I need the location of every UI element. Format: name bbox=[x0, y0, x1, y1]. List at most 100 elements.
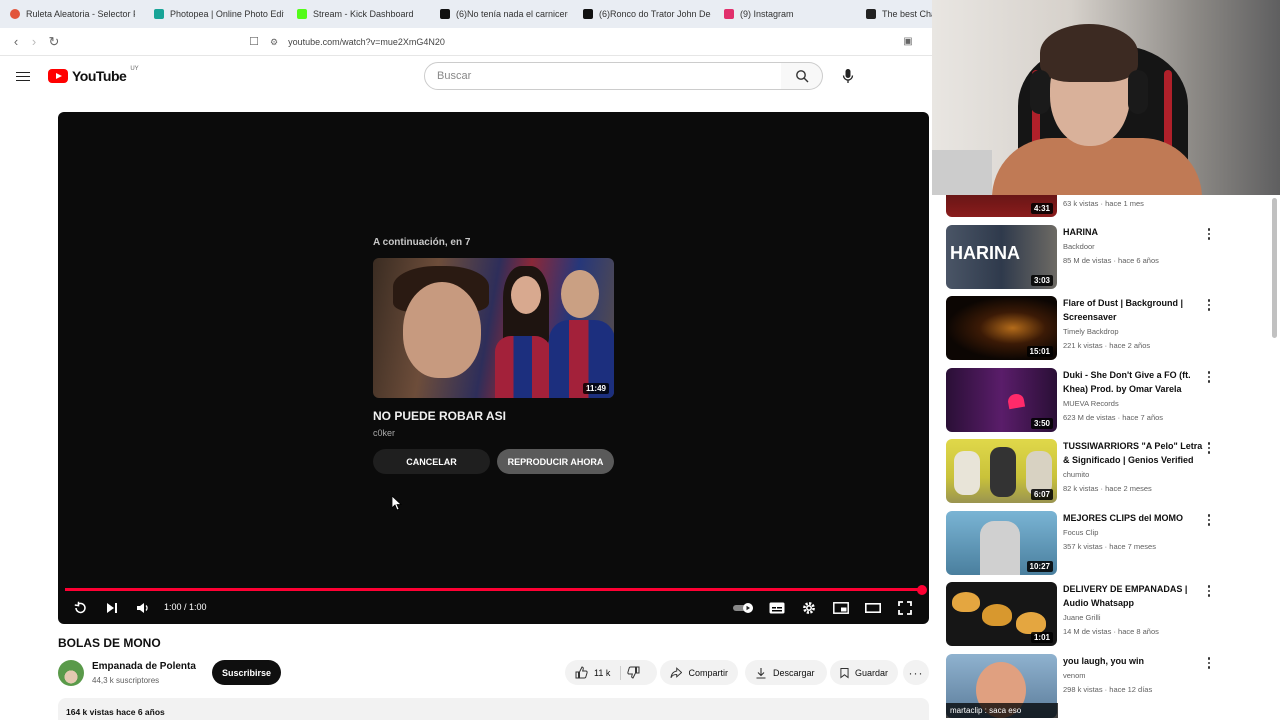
tab-label: Ruleta Aleatoria - Selector Pers bbox=[26, 9, 135, 19]
description-box[interactable] bbox=[58, 698, 929, 720]
player-controls: 1:00 / 1:00 bbox=[58, 598, 929, 618]
tab-label: Stream - Kick Dashboard bbox=[313, 9, 414, 19]
dislike-icon[interactable] bbox=[627, 666, 640, 679]
video-duration: 6:07 bbox=[1030, 489, 1053, 500]
more-actions-button[interactable]: ··· bbox=[903, 660, 929, 685]
volume-icon[interactable] bbox=[135, 598, 151, 618]
video-title: TUSSIWARRIORS "A Pelo" Letra & Significa… bbox=[1063, 441, 1203, 465]
browser-tab[interactable]: (9) Instagram bbox=[724, 6, 849, 22]
like-dislike-group: 11 k bbox=[565, 660, 657, 685]
recommended-video[interactable]: HARINA 3:03 HARINA Backdoor 85 M de vist… bbox=[946, 225, 1226, 291]
site-info-icon[interactable]: ⚙ bbox=[270, 37, 278, 48]
menu-icon[interactable] bbox=[16, 69, 30, 83]
up-next-title[interactable]: NO PUEDE ROBAR ASI bbox=[373, 409, 506, 423]
tab-favicon-icon bbox=[724, 9, 734, 19]
video-title: BOLAS DE MONO bbox=[58, 636, 161, 650]
video-title: Flare of Dust | Background | Screensaver bbox=[1063, 298, 1184, 322]
video-player[interactable]: A continuación, en 7 11:49 NO PUEDE ROBA… bbox=[58, 112, 929, 624]
microphone-icon bbox=[842, 69, 854, 83]
tab-favicon-icon bbox=[297, 9, 307, 19]
browser-tab[interactable]: Ruleta Aleatoria - Selector Pers bbox=[10, 6, 135, 22]
recommended-video[interactable]: 4:31 63 k vistas · hace 1 mes bbox=[946, 195, 1226, 219]
channel-name[interactable]: Empanada de Polenta bbox=[92, 661, 196, 672]
url-field[interactable]: ⚙ youtube.com/watch?v=mue2XmG4N20 bbox=[270, 32, 920, 52]
autoplay-toggle[interactable] bbox=[732, 598, 756, 618]
recommended-video[interactable]: 3:50 Duki - She Don't Give a FO (ft. Khe… bbox=[946, 368, 1226, 434]
download-button[interactable]: Descargar bbox=[745, 660, 827, 685]
recommended-video[interactable]: 1:01 DELIVERY DE EMPANADAS | Audio Whats… bbox=[946, 582, 1226, 648]
voice-search-button[interactable] bbox=[834, 62, 862, 90]
webcam-overlay bbox=[932, 0, 1280, 195]
chat-message-overlay: martaclip : saca eso bbox=[946, 703, 1058, 718]
video-title: Duki - She Don't Give a FO (ft. Khea) Pr… bbox=[1063, 370, 1191, 394]
browser-tab[interactable]: (6)Ronco do Trator John Deere bbox=[583, 6, 711, 22]
more-vertical-icon[interactable] bbox=[1204, 441, 1214, 455]
recommended-video[interactable]: 15:01 Flare of Dust | Background | Scree… bbox=[946, 296, 1226, 362]
forward-icon[interactable]: › bbox=[26, 34, 42, 50]
recommended-video[interactable]: 6:07 TUSSIWARRIORS "A Pelo" Letra & Sign… bbox=[946, 439, 1226, 505]
browser-tab[interactable]: The best Chat bbox=[866, 6, 932, 22]
more-vertical-icon[interactable] bbox=[1204, 513, 1214, 527]
search-button[interactable] bbox=[781, 62, 823, 90]
tab-label: (9) Instagram bbox=[740, 9, 794, 19]
tab-favicon-icon bbox=[154, 9, 164, 19]
more-vertical-icon[interactable] bbox=[1204, 584, 1214, 598]
video-channel: Backdoor bbox=[1063, 242, 1095, 251]
video-meta: 357 k vistas · hace 7 meses bbox=[1063, 542, 1156, 551]
video-duration: 1:01 bbox=[1030, 632, 1053, 643]
save-button[interactable]: Guardar bbox=[830, 660, 898, 685]
replay-icon[interactable] bbox=[72, 598, 88, 618]
browser-tab[interactable]: (6)No tenía nada el carnicero bbox=[440, 6, 568, 22]
youtube-logo[interactable]: YouTube UY bbox=[48, 66, 139, 84]
tab-favicon-icon bbox=[440, 9, 450, 19]
search-icon bbox=[795, 70, 808, 83]
browser-tab[interactable]: Photopea | Online Photo Editor bbox=[154, 6, 284, 22]
more-horizontal-icon: ··· bbox=[908, 665, 924, 680]
url-text: youtube.com/watch?v=mue2XmG4N20 bbox=[288, 37, 445, 47]
sidebar-scrollbar[interactable] bbox=[1272, 198, 1277, 338]
more-vertical-icon[interactable] bbox=[1204, 370, 1214, 384]
more-vertical-icon[interactable] bbox=[1204, 298, 1214, 312]
video-thumbnail: 4:31 bbox=[946, 195, 1057, 217]
fullscreen-icon[interactable] bbox=[896, 598, 914, 618]
subscribe-button[interactable]: Suscribirse bbox=[212, 660, 281, 685]
channel-avatar[interactable] bbox=[58, 660, 84, 686]
views-and-date: 164 k vistas hace 6 años bbox=[66, 707, 165, 717]
tab-label: (6)No tenía nada el carnicero bbox=[456, 9, 568, 19]
chat-message: martaclip : saca eso bbox=[950, 706, 1022, 715]
like-icon[interactable] bbox=[575, 666, 588, 679]
video-meta: 85 M de vistas · hace 6 años bbox=[1063, 256, 1159, 265]
back-icon[interactable]: ‹ bbox=[8, 34, 24, 50]
tab-favicon-icon bbox=[10, 9, 20, 19]
settings-gear-icon[interactable] bbox=[800, 598, 818, 618]
recommended-video[interactable]: 10:27 MEJORES CLIPS del MOMO Focus Clip … bbox=[946, 511, 1226, 577]
play-now-button[interactable]: REPRODUCIR AHORA bbox=[497, 449, 614, 474]
share-button[interactable]: Compartir bbox=[660, 660, 738, 685]
up-next-thumbnail[interactable]: 11:49 bbox=[373, 258, 614, 398]
cancel-autoplay-button[interactable]: CANCELAR bbox=[373, 449, 490, 474]
reload-icon[interactable]: ↻ bbox=[46, 34, 62, 50]
mouse-cursor-icon bbox=[392, 496, 402, 511]
browser-tab[interactable]: Stream - Kick Dashboard bbox=[297, 6, 427, 22]
tab-label: (6)Ronco do Trator John Deere bbox=[599, 9, 711, 19]
tab-favicon-icon bbox=[866, 9, 876, 19]
bookmark-icon[interactable]: ☐ bbox=[246, 34, 262, 50]
video-title: DELIVERY DE EMPANADAS | Audio Whatsapp bbox=[1063, 584, 1188, 608]
progress-scrubber[interactable] bbox=[917, 584, 927, 595]
video-channel: MUEVA Records bbox=[1063, 399, 1119, 408]
search-placeholder: Buscar bbox=[437, 70, 472, 82]
more-vertical-icon[interactable] bbox=[1204, 656, 1214, 670]
save-icon bbox=[840, 667, 849, 678]
more-vertical-icon[interactable] bbox=[1204, 227, 1214, 241]
video-thumbnail: 1:01 bbox=[946, 582, 1057, 646]
theater-mode-icon[interactable] bbox=[864, 598, 882, 618]
recommendations-sidebar: 4:31 63 k vistas · hace 1 mes HARINA 3:0… bbox=[946, 195, 1266, 720]
search-input[interactable]: Buscar bbox=[424, 62, 782, 90]
cast-icon[interactable]: ▣ bbox=[900, 34, 916, 50]
subtitles-icon[interactable] bbox=[768, 598, 786, 618]
subscriber-count: 44,3 k suscriptores bbox=[92, 676, 160, 685]
next-video-icon[interactable] bbox=[104, 598, 120, 618]
video-duration: 3:50 bbox=[1030, 418, 1053, 429]
progress-bar[interactable] bbox=[65, 584, 927, 595]
miniplayer-icon[interactable] bbox=[832, 598, 850, 618]
